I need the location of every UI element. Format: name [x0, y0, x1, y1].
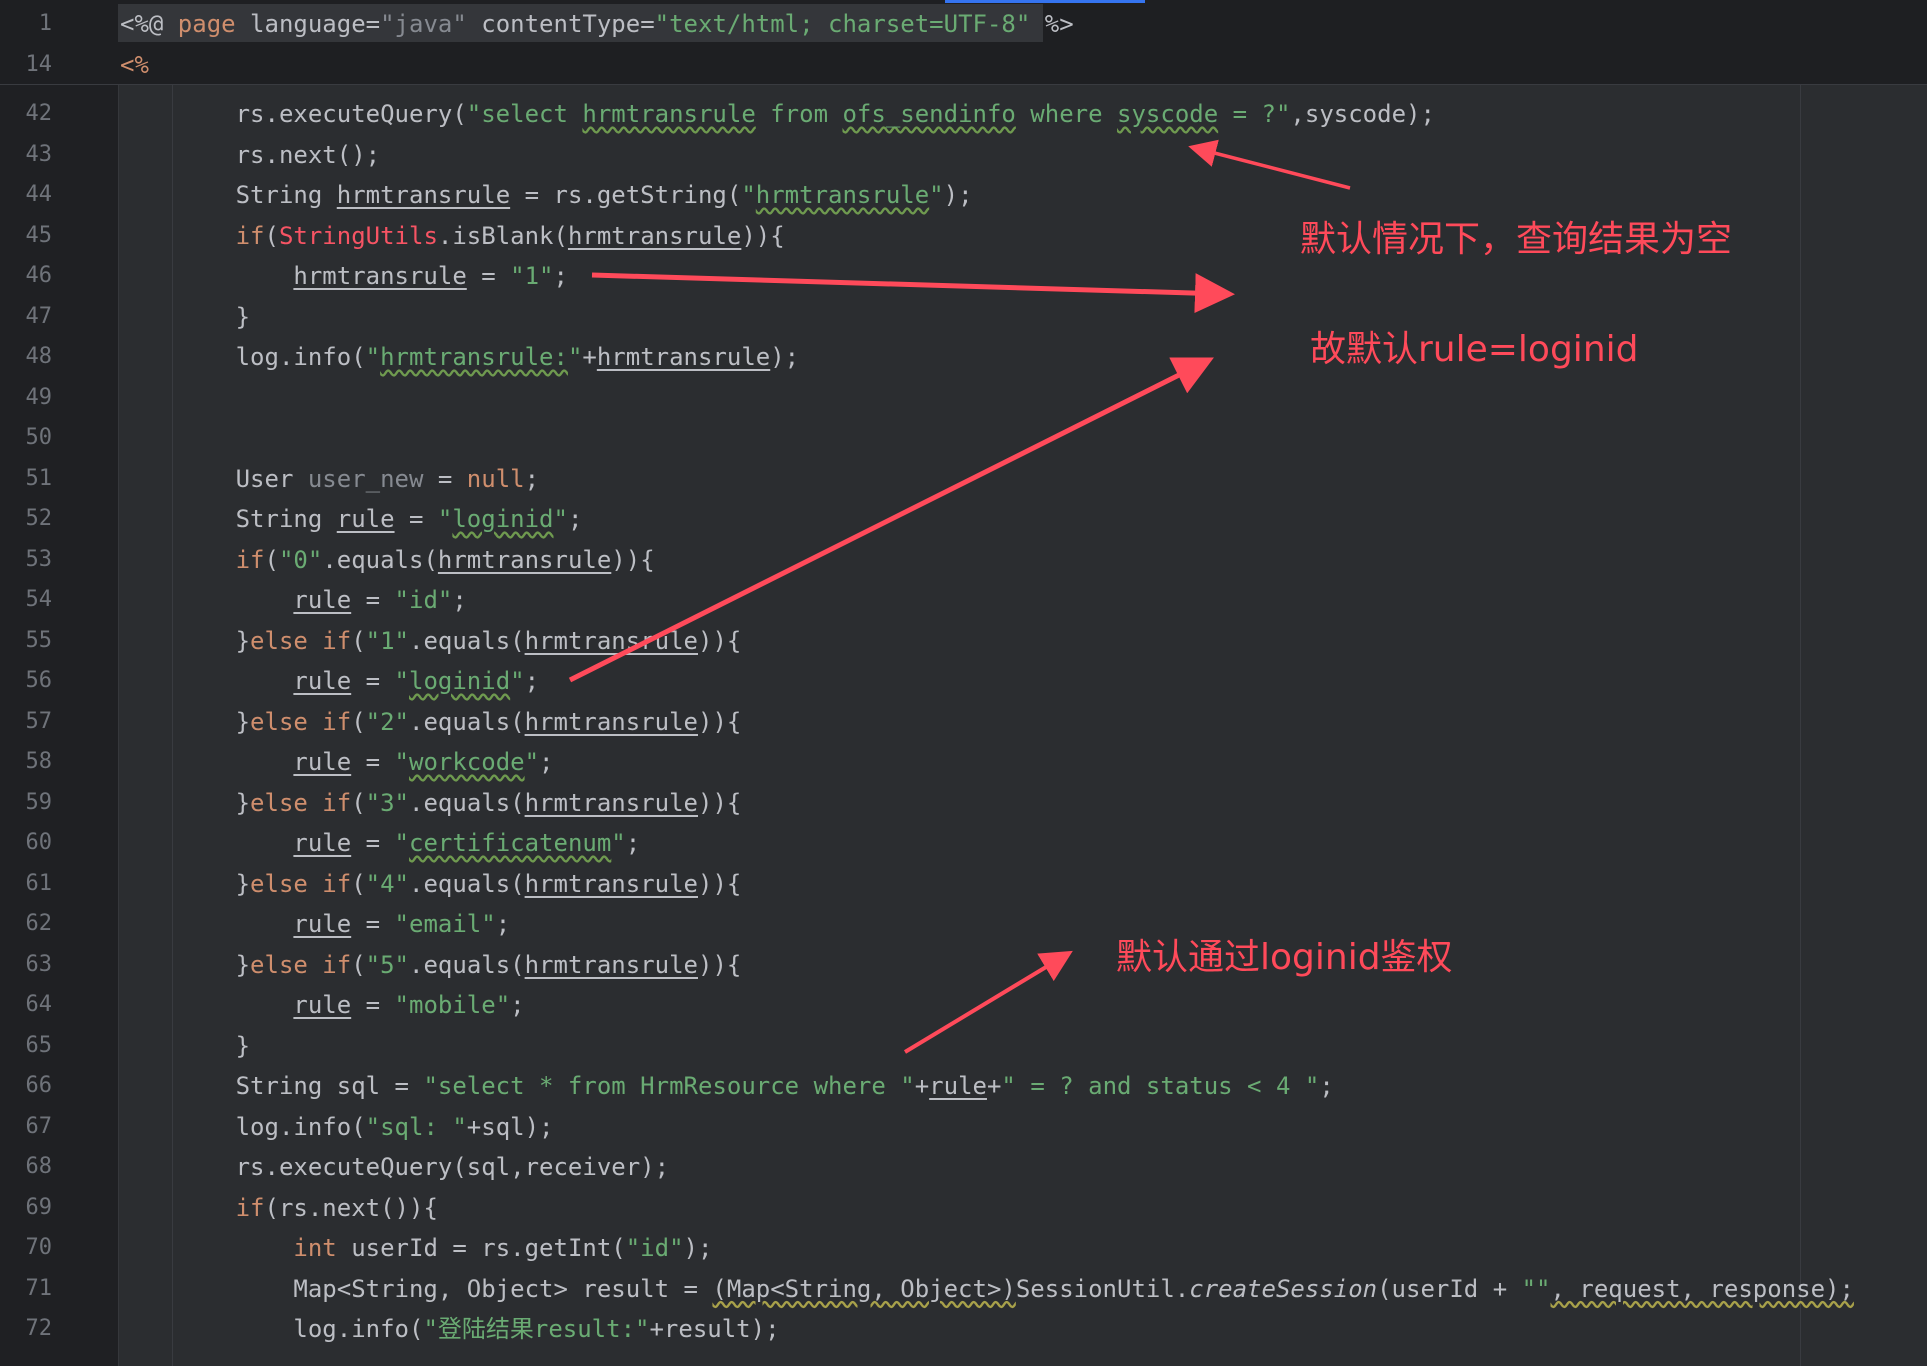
arrow-from-default-rule — [591, 272, 1235, 314]
arrow-to-syscode — [1188, 139, 1351, 190]
arrow-to-note3 — [903, 950, 1073, 1054]
annotation-default-rule: 故默认rule=loginid — [1310, 329, 1639, 370]
arrow-from-loginid — [568, 357, 1214, 683]
annotation-arrows — [568, 139, 1351, 1054]
annotation-default-auth: 默认通过loginid鉴权 — [1116, 937, 1453, 978]
annotation-default-empty: 默认情况下，查询结果为空 — [1300, 219, 1733, 260]
